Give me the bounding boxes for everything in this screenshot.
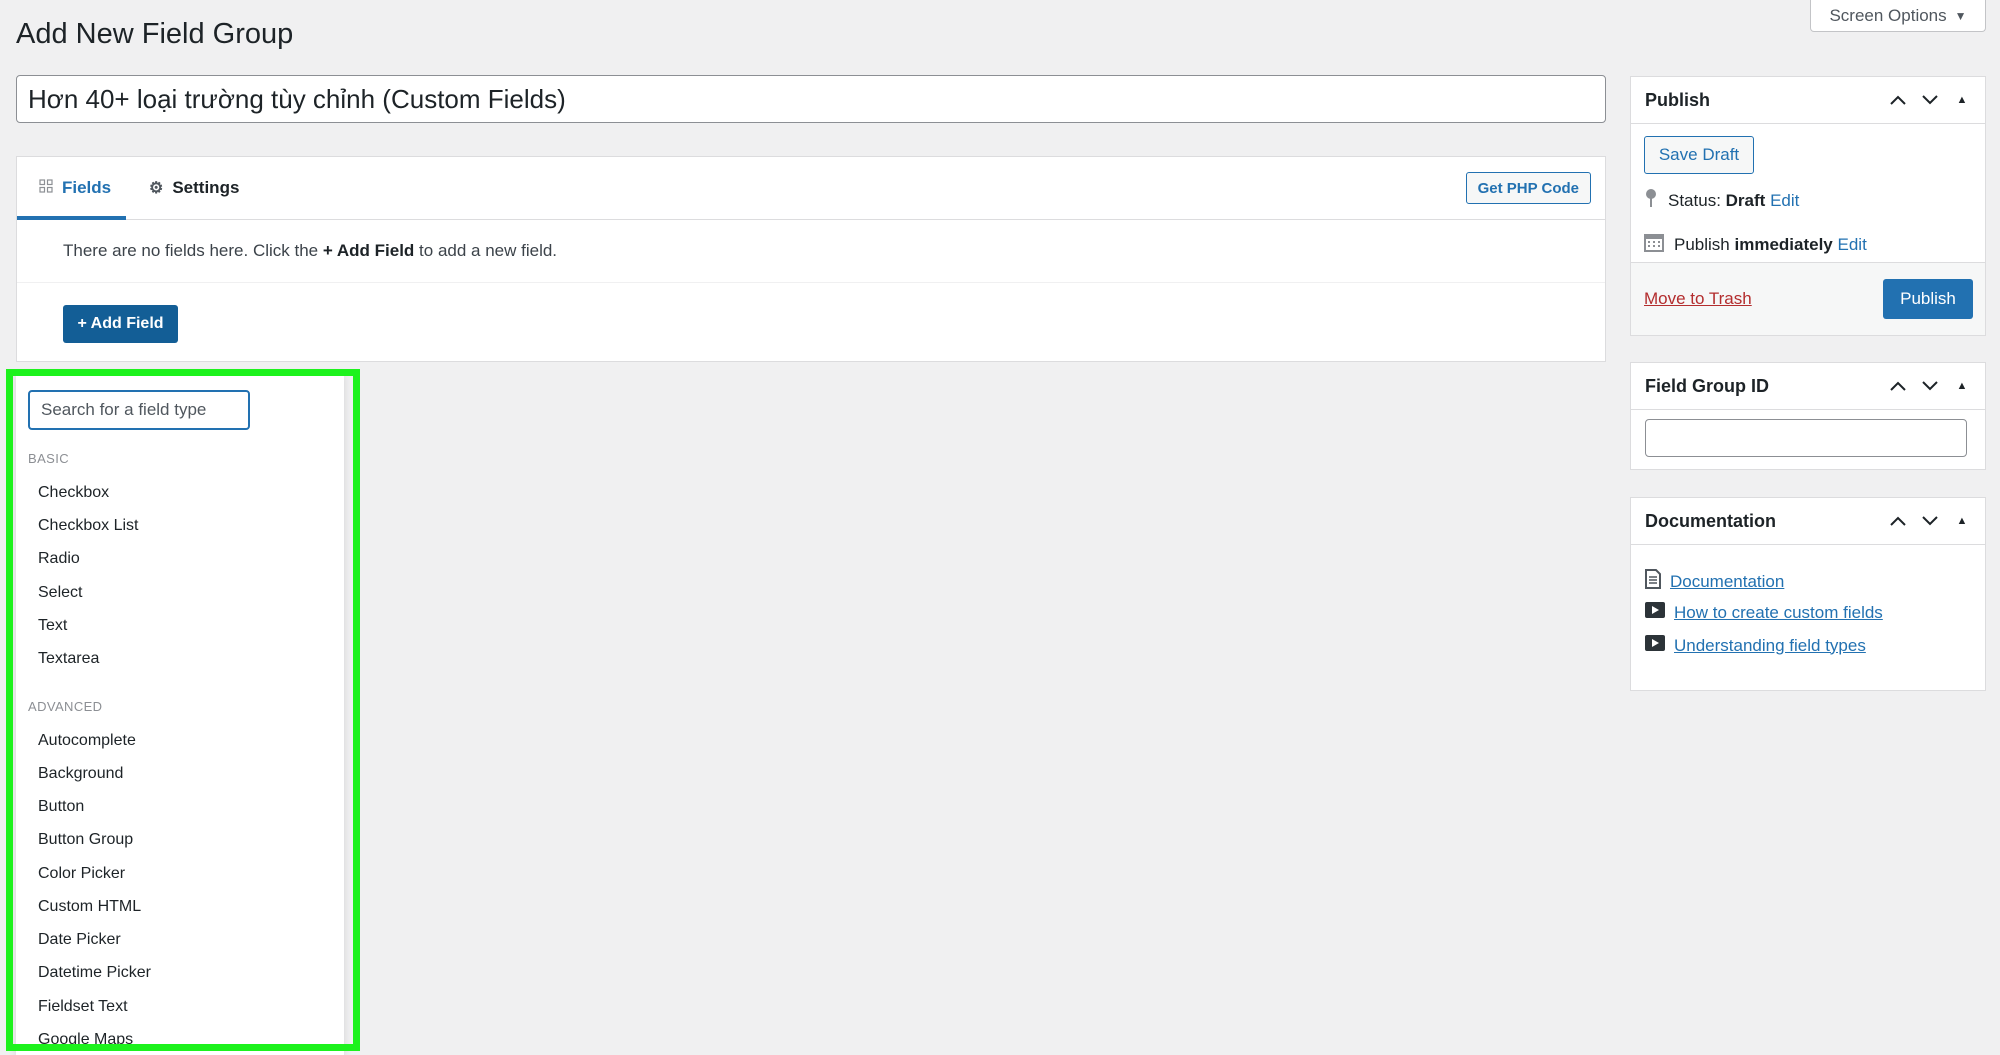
empty-fields-message: There are no fields here. Click the + Ad…: [63, 241, 557, 261]
publish-label: Publish: [1674, 234, 1730, 254]
publish-box-title: Publish: [1645, 89, 1711, 110]
field-type-text[interactable]: Text: [38, 617, 67, 635]
field-type-checkbox[interactable]: Checkbox: [38, 484, 109, 502]
tab-fields[interactable]: Fields: [39, 157, 123, 219]
publish-box-header: Publish ▲: [1631, 77, 1985, 124]
doc-link-documentation[interactable]: Documentation: [1645, 569, 1784, 594]
caret-down-icon: ▼: [1954, 8, 1967, 23]
chevron-up-icon[interactable]: [1889, 512, 1907, 530]
screen-options-label: Screen Options: [1829, 5, 1947, 25]
field-type-textarea[interactable]: Textarea: [38, 650, 99, 668]
divider: [17, 282, 1605, 283]
documentation-header: Documentation ▲: [1631, 498, 1985, 545]
doc-link-create-custom-fields[interactable]: How to create custom fields: [1645, 602, 1883, 623]
field-type-fieldset-text[interactable]: Fieldset Text: [38, 998, 128, 1016]
field-type-custom-html[interactable]: Custom HTML: [38, 898, 141, 916]
gear-icon: ⚙: [149, 180, 164, 197]
field-group-title-input[interactable]: Hơn 40+ loại trường tùy chỉnh (Custom Fi…: [16, 75, 1606, 123]
field-type-background[interactable]: Background: [38, 765, 123, 783]
calendar-icon: [1644, 232, 1664, 257]
publish-actions: Move to Trash Publish: [1631, 262, 1985, 335]
field-type-google-maps[interactable]: Google Maps: [38, 1031, 133, 1049]
box-controls: ▲: [1889, 91, 1971, 109]
move-to-trash-link[interactable]: Move to Trash: [1644, 289, 1752, 309]
field-type-search-input[interactable]: Search for a field type: [28, 390, 250, 430]
field-type-autocomplete[interactable]: Autocomplete: [38, 732, 136, 750]
field-type-button[interactable]: Button: [38, 798, 84, 816]
status-value: Draft: [1725, 190, 1766, 210]
doc-link-documentation-label[interactable]: Documentation: [1670, 572, 1784, 592]
status-label: Status:: [1668, 190, 1721, 210]
publish-value: immediately: [1734, 234, 1833, 254]
status-row: Status: Draft Edit: [1644, 188, 1799, 213]
box-controls: ▲: [1889, 377, 1971, 395]
group-title-basic: BASIC: [28, 451, 70, 466]
field-type-datetime-picker[interactable]: Datetime Picker: [38, 964, 151, 982]
field-type-select[interactable]: Select: [38, 584, 82, 602]
get-php-code-button[interactable]: Get PHP Code: [1465, 172, 1591, 204]
field-type-checkbox-list[interactable]: Checkbox List: [38, 517, 139, 535]
field-type-radio[interactable]: Radio: [38, 550, 80, 568]
doc-link-understanding-field-types[interactable]: Understanding field types: [1645, 635, 1866, 656]
add-field-button[interactable]: + Add Field: [63, 305, 178, 343]
empty-message-emphasis: + Add Field: [322, 241, 415, 260]
doc-link-understanding-field-types-label[interactable]: Understanding field types: [1674, 636, 1866, 656]
publish-box: Publish ▲ Save Draft Status: Draft Edit …: [1630, 76, 1986, 336]
grid-icon: [39, 178, 53, 198]
field-group-id-input[interactable]: [1645, 419, 1967, 457]
chevron-down-icon[interactable]: [1921, 91, 1939, 109]
edit-status-link[interactable]: Edit: [1770, 191, 1799, 210]
field-group-id-box: Field Group ID ▲: [1630, 362, 1986, 470]
field-group-id-header: Field Group ID ▲: [1631, 363, 1985, 410]
documentation-title: Documentation: [1645, 510, 1777, 531]
pin-icon: [1644, 188, 1658, 213]
collapse-toggle-icon[interactable]: ▲: [1953, 91, 1971, 109]
collapse-toggle-icon[interactable]: ▲: [1953, 377, 1971, 395]
field-type-color-picker[interactable]: Color Picker: [38, 865, 125, 883]
screen-options-button[interactable]: Screen Options ▼: [1810, 0, 1986, 32]
tab-fields-label: Fields: [62, 178, 112, 197]
empty-message-prefix: There are no fields here. Click the: [63, 241, 323, 260]
field-type-menu: Search for a field type BASIC Checkbox C…: [16, 373, 344, 1055]
chevron-down-icon[interactable]: [1921, 512, 1939, 530]
group-title-advanced: ADVANCED: [28, 699, 103, 714]
active-tab-indicator: [17, 216, 126, 220]
field-type-button-group[interactable]: Button Group: [38, 831, 133, 849]
chevron-up-icon[interactable]: [1889, 91, 1907, 109]
document-icon: [1645, 569, 1661, 594]
chevron-up-icon[interactable]: [1889, 377, 1907, 395]
publish-button[interactable]: Publish: [1883, 279, 1973, 319]
panel-tabs: Fields ⚙ Settings Get PHP Code: [17, 157, 1605, 220]
tab-settings-label: Settings: [172, 178, 240, 197]
tab-settings[interactable]: ⚙ Settings: [149, 157, 239, 219]
documentation-box: Documentation ▲ Documentation How to cre…: [1630, 497, 1986, 691]
fields-panel: Fields ⚙ Settings Get PHP Code There are…: [16, 156, 1606, 362]
save-draft-button[interactable]: Save Draft: [1644, 136, 1754, 174]
field-type-search-placeholder: Search for a field type: [41, 400, 207, 419]
doc-link-create-custom-fields-label[interactable]: How to create custom fields: [1674, 603, 1883, 623]
video-icon: [1645, 635, 1665, 656]
schedule-row: Publish immediately Edit: [1644, 232, 1867, 257]
collapse-toggle-icon[interactable]: ▲: [1953, 512, 1971, 530]
empty-message-suffix: to add a new field.: [414, 241, 558, 260]
field-type-date-picker[interactable]: Date Picker: [38, 931, 121, 949]
field-group-title-value: Hơn 40+ loại trường tùy chỉnh (Custom Fi…: [28, 83, 566, 114]
video-icon: [1645, 602, 1665, 623]
box-controls: ▲: [1889, 512, 1971, 530]
page-title: Add New Field Group: [16, 18, 294, 50]
chevron-down-icon[interactable]: [1921, 377, 1939, 395]
field-group-id-title: Field Group ID: [1645, 375, 1769, 396]
edit-publish-date-link[interactable]: Edit: [1838, 235, 1867, 254]
